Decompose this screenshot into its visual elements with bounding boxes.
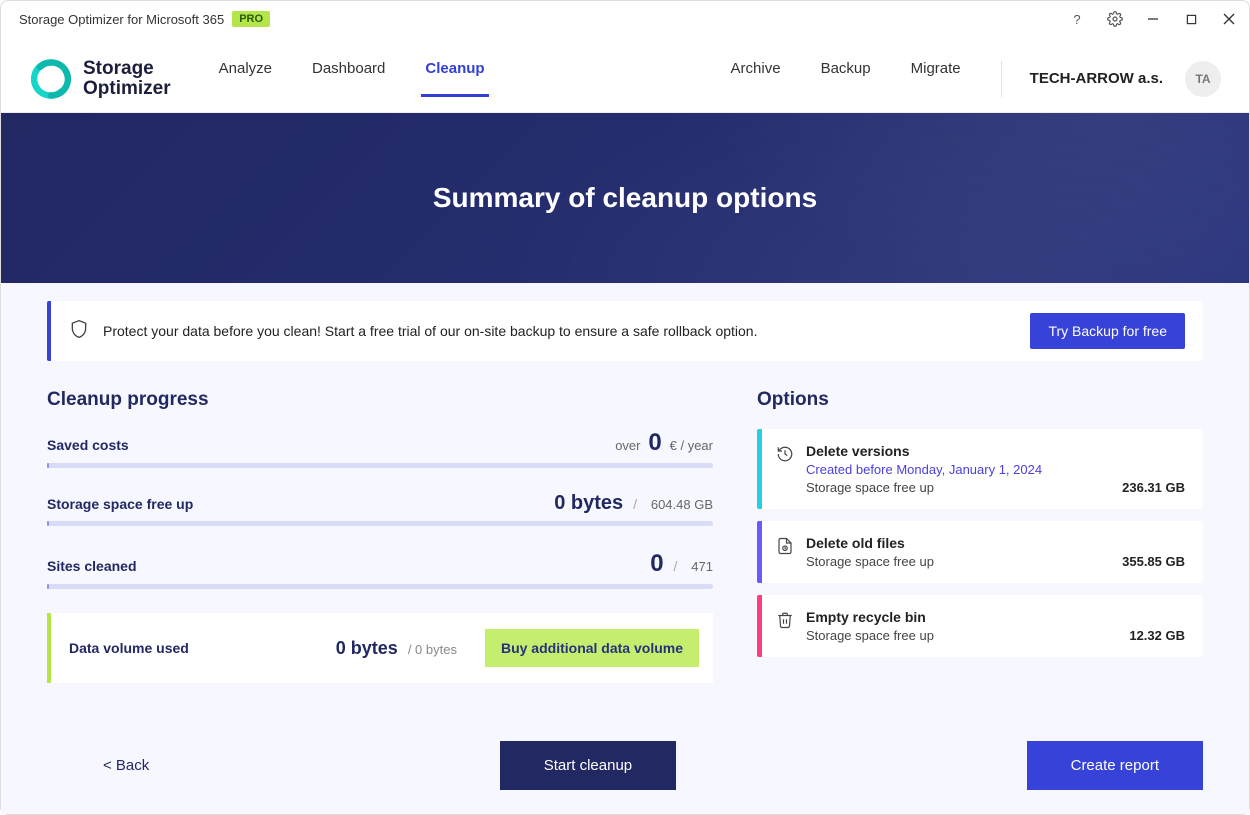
footer-actions: < Back Start cleanup Create report	[47, 717, 1203, 790]
opt2-metric-label: Storage space free up	[806, 554, 934, 569]
shield-icon	[69, 319, 89, 344]
opt1-metric-label: Storage space free up	[806, 480, 934, 495]
sites-label: Sites cleaned	[47, 558, 137, 574]
back-link[interactable]: < Back	[47, 757, 149, 774]
saved-costs-over: over	[615, 438, 640, 453]
data-volume-label: Data volume used	[69, 640, 189, 656]
metric-sites-cleaned: Sites cleaned 0 / 471	[47, 550, 713, 589]
nav-dashboard[interactable]: Dashboard	[312, 60, 385, 97]
window-title: Storage Optimizer for Microsoft 365	[19, 12, 224, 27]
brand-line1: Storage	[83, 59, 171, 79]
gear-icon[interactable]	[1105, 9, 1125, 29]
option-delete-versions[interactable]: Delete versions Created before Monday, J…	[757, 429, 1203, 509]
storage-label: Storage space free up	[47, 496, 193, 512]
help-icon[interactable]: ?	[1067, 9, 1087, 29]
file-clock-icon	[776, 537, 794, 560]
saved-costs-progress	[47, 463, 713, 468]
buy-data-volume-button[interactable]: Buy additional data volume	[485, 629, 699, 667]
history-icon	[776, 445, 794, 468]
nav-cleanup[interactable]: Cleanup	[425, 60, 484, 97]
nav-backup[interactable]: Backup	[821, 60, 871, 97]
maximize-icon[interactable]	[1181, 9, 1201, 29]
metric-storage-freeup: Storage space free up 0 bytes / 604.48 G…	[47, 492, 713, 526]
try-backup-button[interactable]: Try Backup for free	[1030, 313, 1185, 349]
close-icon[interactable]	[1219, 9, 1239, 29]
saved-costs-value: 0	[648, 429, 661, 456]
brand-logo-icon	[29, 57, 73, 101]
sites-progress	[47, 584, 713, 589]
saved-costs-unit: € / year	[670, 438, 713, 453]
cleanup-progress-section: Cleanup progress Saved costs over 0 € / …	[47, 389, 713, 683]
window-titlebar: Storage Optimizer for Microsoft 365 PRO …	[1, 1, 1249, 37]
nav-analyze[interactable]: Analyze	[219, 60, 272, 97]
option-delete-old-files[interactable]: Delete old files Storage space free up 3…	[757, 521, 1203, 583]
page-title: Summary of cleanup options	[433, 182, 817, 214]
opt1-sub: Created before Monday, January 1, 2024	[806, 462, 1185, 477]
start-cleanup-button[interactable]: Start cleanup	[500, 741, 676, 790]
storage-value: 0 bytes	[554, 492, 623, 514]
opt3-metric-label: Storage space free up	[806, 628, 934, 643]
storage-total: 604.48 GB	[651, 497, 713, 512]
metric-saved-costs: Saved costs over 0 € / year	[47, 429, 713, 468]
data-volume-card: Data volume used 0 bytes / 0 bytes Buy a…	[47, 613, 713, 683]
nav-archive[interactable]: Archive	[731, 60, 781, 97]
backup-callout: Protect your data before you clean! Star…	[47, 301, 1203, 361]
brand: Storage Optimizer	[29, 57, 171, 101]
opt3-metric-value: 12.32 GB	[1129, 628, 1185, 643]
options-title: Options	[757, 389, 1203, 411]
storage-progress	[47, 521, 713, 526]
content-area: Protect your data before you clean! Star…	[1, 283, 1249, 814]
opt3-title: Empty recycle bin	[806, 609, 1185, 625]
avatar[interactable]: TA	[1185, 61, 1221, 97]
nav-migrate[interactable]: Migrate	[911, 60, 961, 97]
data-volume-total: 0 bytes	[415, 642, 457, 657]
opt2-metric-value: 355.85 GB	[1122, 554, 1185, 569]
cleanup-progress-title: Cleanup progress	[47, 389, 713, 411]
sites-value: 0	[650, 550, 663, 577]
minimize-icon[interactable]	[1143, 9, 1163, 29]
create-report-button[interactable]: Create report	[1027, 741, 1203, 790]
saved-costs-label: Saved costs	[47, 437, 129, 453]
data-volume-value: 0 bytes	[336, 638, 398, 659]
callout-text: Protect your data before you clean! Star…	[103, 323, 1016, 339]
options-section: Options Delete versions Created before M…	[757, 389, 1203, 669]
opt2-title: Delete old files	[806, 535, 1185, 551]
pro-badge: PRO	[232, 11, 270, 27]
sites-total: 471	[691, 559, 713, 574]
hero-banner: Summary of cleanup options	[1, 113, 1249, 283]
opt1-metric-value: 236.31 GB	[1122, 480, 1185, 495]
brand-line2: Optimizer	[83, 79, 171, 99]
opt1-title: Delete versions	[806, 443, 1185, 459]
app-header: Storage Optimizer Analyze Dashboard Clea…	[1, 37, 1249, 113]
trash-icon	[776, 611, 794, 634]
org-name: TECH-ARROW a.s.	[1030, 70, 1163, 87]
option-empty-recycle-bin[interactable]: Empty recycle bin Storage space free up …	[757, 595, 1203, 657]
